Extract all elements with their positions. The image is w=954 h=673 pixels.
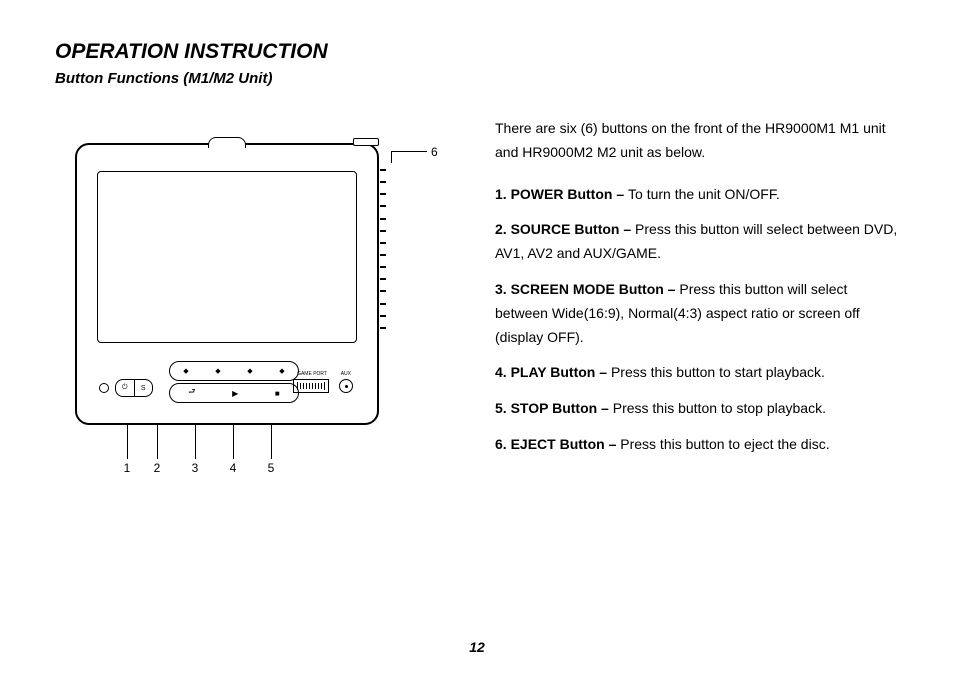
source-icon: S: [135, 380, 153, 396]
item-label: STOP Button –: [511, 400, 613, 416]
page-subheading: Button Functions (M1/M2 Unit): [55, 70, 899, 87]
page-heading: OPERATION INSTRUCTION: [55, 40, 899, 64]
game-port-icon: [293, 379, 329, 393]
item-number: 5.: [495, 400, 507, 416]
bottom-callouts: 1 2 3 4 5: [75, 443, 415, 483]
device-body: ⏻ S ◆ ◆ ◆ ◆ ⮐ ▶: [75, 143, 379, 425]
nav-pad-top: ◆ ◆ ◆ ◆: [169, 361, 299, 381]
item-desc: Press this button to eject the disc.: [620, 436, 829, 452]
item-number: 6.: [495, 436, 507, 452]
list-item: 1. POWER Button – To turn the unit ON/OF…: [495, 183, 899, 207]
diamond-icon: ◆: [183, 367, 188, 375]
item-number: 3.: [495, 281, 507, 297]
callout-label-5: 5: [268, 461, 275, 475]
eject-button-icon: [353, 138, 379, 146]
item-label: EJECT Button –: [511, 436, 621, 452]
item-desc: Press this button to start playback.: [611, 364, 825, 380]
item-number: 4.: [495, 364, 507, 380]
item-label: POWER Button –: [511, 186, 628, 202]
callout-label-1: 1: [124, 461, 131, 475]
item-label: SOURCE Button –: [511, 221, 635, 237]
device-diagram: 6 ⏻ S: [75, 143, 415, 425]
side-vents: [380, 169, 386, 329]
document-page: OPERATION INSTRUCTION Button Functions (…: [0, 0, 954, 673]
item-number: 2.: [495, 221, 507, 237]
callout-label-6: 6: [431, 145, 438, 159]
nav-pad-bottom: ⮐ ▶ ■: [169, 383, 299, 403]
callout-lead-5: [271, 423, 272, 459]
callout-label-4: 4: [230, 461, 237, 475]
callout-lead-2: [157, 423, 158, 459]
content-row: 6 ⏻ S: [55, 117, 899, 469]
item-desc: Press this button to stop playback.: [613, 400, 826, 416]
callout-lead-6v: [391, 151, 392, 163]
callout-lead-3: [195, 423, 196, 459]
aux-label: AUX: [341, 371, 351, 377]
play-icon: ▶: [232, 389, 238, 398]
diamond-icon: ◆: [279, 367, 284, 375]
callout-label-2: 2: [154, 461, 161, 475]
control-row: ⏻ S ◆ ◆ ◆ ◆ ⮐ ▶: [95, 357, 359, 413]
game-port-label: GAME PORT: [297, 371, 327, 377]
item-label: SCREEN MODE Button –: [511, 281, 680, 297]
power-source-pair: ⏻ S: [115, 379, 153, 397]
list-item: 4. PLAY Button – Press this button to st…: [495, 361, 899, 385]
diamond-icon: ◆: [215, 367, 220, 375]
callout-lead-6h: [391, 151, 427, 152]
list-item: 3. SCREEN MODE Button – Press this butto…: [495, 278, 899, 349]
button-function-list: 1. POWER Button – To turn the unit ON/OF…: [495, 183, 899, 457]
item-number: 1.: [495, 186, 507, 202]
stop-icon: ■: [275, 389, 280, 398]
item-desc: To turn the unit ON/OFF.: [628, 186, 780, 202]
list-item: 2. SOURCE Button – Press this button wil…: [495, 218, 899, 266]
screen-mode-icon: ⮐: [188, 386, 195, 400]
power-icon: ⏻: [116, 380, 135, 396]
nav-pad: ◆ ◆ ◆ ◆ ⮐ ▶ ■: [169, 361, 299, 403]
callout-lead-4: [233, 423, 234, 459]
diamond-icon: ◆: [247, 367, 252, 375]
callout-label-3: 3: [192, 461, 199, 475]
page-number: 12: [0, 639, 954, 655]
list-item: 5. STOP Button – Press this button to st…: [495, 397, 899, 421]
item-label: PLAY Button –: [511, 364, 611, 380]
aux-port-icon: [339, 379, 353, 393]
callout-lead-1: [127, 423, 128, 459]
text-column: There are six (6) buttons on the front o…: [495, 117, 899, 469]
screen: [97, 171, 357, 343]
list-item: 6. EJECT Button – Press this button to e…: [495, 433, 899, 457]
ir-sensor-icon: [99, 383, 109, 393]
intro-text: There are six (6) buttons on the front o…: [495, 117, 899, 165]
top-notch: [208, 137, 246, 148]
diagram-column: 6 ⏻ S: [55, 117, 435, 469]
